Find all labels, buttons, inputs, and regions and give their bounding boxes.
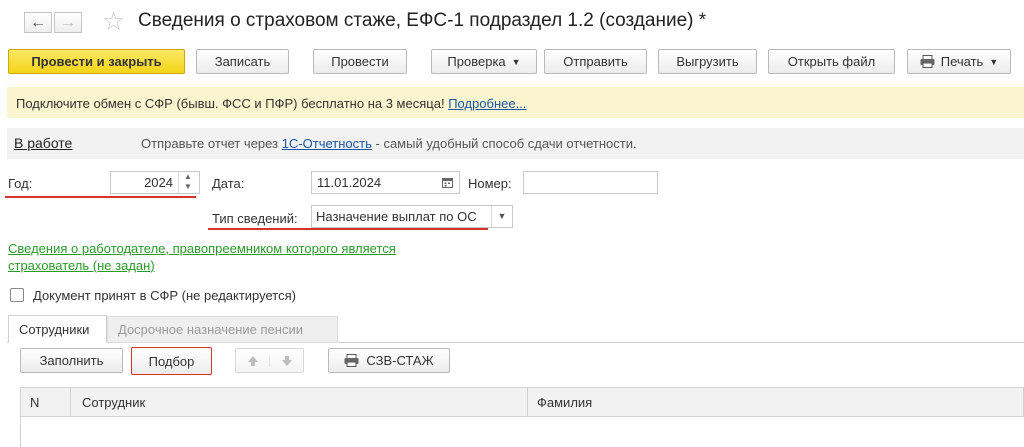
employer-link-line-1: Сведения о работодателе, правопреемником… — [8, 241, 396, 256]
save-button[interactable]: Записать — [196, 49, 289, 74]
accepted-checkbox[interactable] — [10, 288, 24, 302]
column-divider — [527, 388, 528, 416]
check-button[interactable]: Проверка ▼ — [431, 49, 537, 74]
calendar-icon[interactable] — [442, 177, 453, 188]
move-buttons — [235, 348, 304, 373]
post-button[interactable]: Провести — [313, 49, 407, 74]
employer-link-line-2: страхователь (не задан) — [8, 258, 155, 273]
reporting-hint: Отправьте отчет через 1С-Отчетность - са… — [141, 136, 637, 151]
promo-more-link[interactable]: Подробнее... — [448, 96, 526, 111]
type-dropdown-icon[interactable]: ▼ — [491, 206, 512, 227]
year-highlight-underline — [5, 196, 196, 198]
column-header-employee[interactable]: Сотрудник — [82, 395, 145, 410]
promo-banner-text: Подключите обмен с СФР (бывш. ФСС и ПФР)… — [16, 96, 445, 111]
date-label: Дата: — [212, 176, 245, 191]
window-title: Сведения о страховом стаже, ЕФС-1 подраз… — [138, 10, 707, 31]
check-button-label: Проверка — [447, 54, 506, 69]
favorite-star-icon[interactable]: ☆ — [102, 6, 125, 36]
date-value: 11.01.2024 — [317, 175, 382, 190]
type-label: Тип сведений: — [212, 211, 298, 226]
employer-successor-link[interactable]: Сведения о работодателе, правопреемником… — [8, 240, 396, 274]
print-button-label: Печать — [940, 54, 984, 69]
reporting-service-link[interactable]: 1С-Отчетность — [282, 136, 372, 151]
type-highlight-underline — [208, 228, 488, 230]
post-and-close-button[interactable]: Провести и закрыть — [8, 49, 185, 74]
tab-employees[interactable]: Сотрудники — [8, 315, 107, 343]
document-status-link[interactable]: В работе — [14, 135, 72, 151]
szv-stazh-button[interactable]: СЗВ-СТАЖ — [328, 348, 450, 373]
forward-button[interactable]: → — [54, 12, 82, 33]
forward-arrow-icon: → — [60, 13, 76, 31]
year-spinner-icon[interactable]: ▲ ▼ — [178, 172, 197, 193]
number-field[interactable] — [523, 171, 658, 194]
szv-stazh-label: СЗВ-СТАЖ — [366, 353, 434, 368]
accepted-checkbox-label: Документ принят в СФР (не редактируется) — [33, 288, 296, 303]
select-button[interactable]: Подбор — [131, 347, 212, 375]
print-button[interactable]: Печать ▼ — [907, 49, 1011, 74]
export-button[interactable]: Выгрузить — [658, 49, 757, 74]
status-bar: В работе Отправьте отчет через 1С-Отчетн… — [7, 128, 1024, 159]
column-header-n[interactable]: N — [30, 395, 39, 410]
printer-icon — [344, 354, 359, 367]
dropdown-caret-icon: ▼ — [511, 56, 521, 67]
date-field[interactable]: 11.01.2024 — [311, 171, 460, 194]
tab-early-pension[interactable]: Досрочное назначение пенсии — [107, 316, 338, 343]
move-down-icon[interactable] — [270, 355, 303, 367]
promo-banner: Подключите обмен с СФР (бывш. ФСС и ПФР)… — [7, 87, 1024, 118]
dropdown-caret-icon: ▼ — [989, 56, 999, 67]
select-button-label: Подбор — [148, 353, 195, 369]
column-divider — [70, 388, 71, 416]
year-value: 2024 — [144, 175, 173, 190]
type-value: Назначение выплат по ОС — [316, 209, 477, 224]
open-file-button[interactable]: Открыть файл — [768, 49, 895, 74]
back-arrow-icon: ← — [30, 13, 46, 31]
fill-button[interactable]: Заполнить — [20, 348, 123, 373]
back-button[interactable]: ← — [24, 12, 52, 33]
employees-table-header: N Сотрудник Фамилия — [20, 387, 1024, 417]
type-select[interactable]: Назначение выплат по ОС ▼ — [311, 205, 513, 228]
reporting-hint-before: Отправьте отчет через — [141, 136, 279, 151]
column-header-surname[interactable]: Фамилия — [537, 395, 592, 410]
number-label: Номер: — [468, 176, 512, 191]
move-up-icon[interactable] — [236, 354, 270, 367]
employees-table-body[interactable] — [20, 417, 1024, 447]
send-button[interactable]: Отправить — [544, 49, 647, 74]
printer-icon — [920, 55, 935, 68]
year-label: Год: — [8, 176, 33, 191]
reporting-hint-after: - самый удобный способ сдачи отчетности. — [375, 136, 637, 151]
year-field[interactable]: 2024 ▲ ▼ — [110, 171, 200, 194]
